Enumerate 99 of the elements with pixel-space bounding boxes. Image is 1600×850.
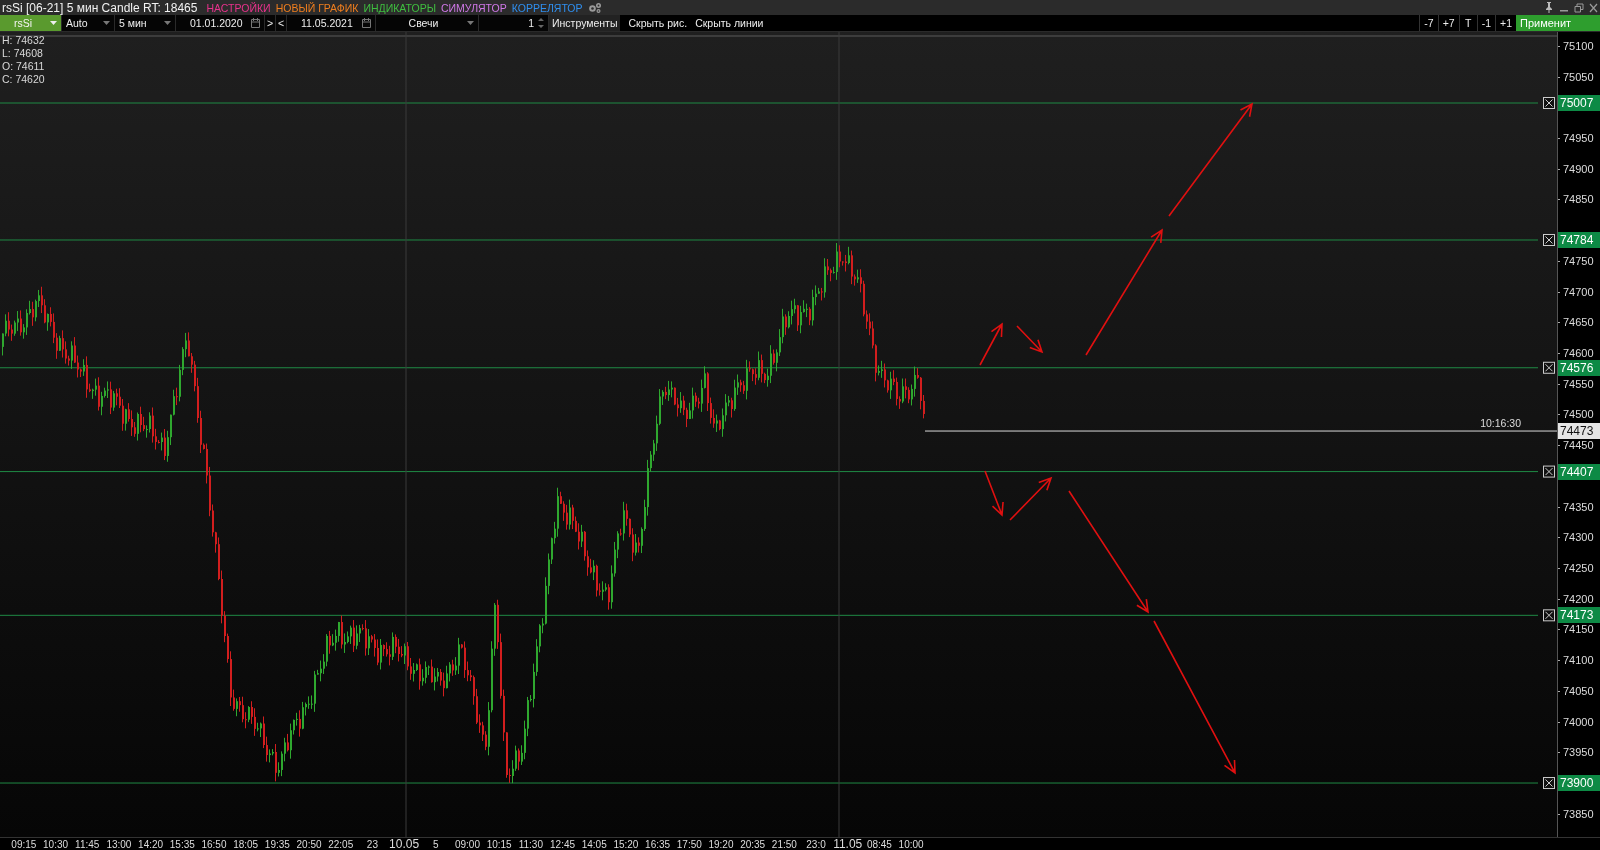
level-price-label: 74407 bbox=[1558, 463, 1600, 480]
price-tick: 74100 bbox=[1558, 653, 1594, 668]
price-tick: 74050 bbox=[1558, 683, 1594, 698]
time-label: 19:35 bbox=[263, 838, 291, 850]
spinner-arrows-icon[interactable] bbox=[538, 17, 544, 29]
price-tick: 74350 bbox=[1558, 499, 1594, 514]
remove-level-icon[interactable] bbox=[1543, 361, 1555, 374]
price-tick: 75100 bbox=[1558, 38, 1594, 53]
level-price-label: 75007 bbox=[1558, 95, 1600, 111]
price-tick: 74200 bbox=[1558, 591, 1594, 606]
trend-arrow bbox=[1009, 476, 1053, 521]
time-label: 14:05 bbox=[580, 838, 608, 850]
chart-type-dropdown[interactable]: Свечи bbox=[376, 15, 479, 31]
caret-icon bbox=[467, 21, 474, 25]
time-label: 14:20 bbox=[137, 838, 165, 850]
remove-level-icon[interactable] bbox=[1543, 609, 1555, 622]
time-label: 09:00 bbox=[453, 838, 481, 850]
time-label: 16:35 bbox=[644, 838, 672, 850]
time-label: 12:45 bbox=[549, 838, 577, 850]
ohlc-value: C: 74620 bbox=[2, 73, 45, 86]
price-tick: 74900 bbox=[1558, 161, 1594, 176]
time-label: 10.05 bbox=[388, 838, 420, 850]
restore-icon[interactable] bbox=[1574, 2, 1584, 13]
time-label: 20:35 bbox=[739, 838, 767, 850]
price-tick: 74700 bbox=[1558, 284, 1594, 299]
remove-level-icon[interactable] bbox=[1543, 234, 1555, 246]
level-price-label: 74576 bbox=[1558, 359, 1600, 376]
current-price-label: 74473 bbox=[1558, 423, 1600, 440]
time-label: 17:50 bbox=[675, 838, 703, 850]
time-label: 13:00 bbox=[105, 838, 133, 850]
time-label: 23:0 bbox=[805, 838, 827, 850]
menu-item[interactable]: ИНДИКАТОРЫ bbox=[363, 1, 436, 14]
time-label: 19:20 bbox=[707, 838, 735, 850]
time-label: 11:45 bbox=[74, 838, 101, 850]
time-label: 5 bbox=[432, 838, 440, 850]
caret-icon bbox=[103, 21, 110, 25]
ohlc-value: O: 74611 bbox=[2, 60, 45, 73]
caret-icon bbox=[164, 21, 171, 25]
time-label: 21:50 bbox=[770, 838, 798, 850]
price-tick: 74750 bbox=[1558, 253, 1594, 268]
time-label: 15:20 bbox=[612, 838, 640, 850]
count-spinner[interactable]: 1 bbox=[479, 15, 549, 31]
level-price-label: 73900 bbox=[1558, 775, 1600, 791]
price-tick: 74550 bbox=[1558, 376, 1594, 391]
price-tick: 73850 bbox=[1558, 806, 1594, 821]
time-label: 10:15 bbox=[485, 838, 513, 850]
time-label: 22:05 bbox=[327, 838, 355, 850]
gears-icon[interactable] bbox=[587, 1, 602, 14]
time-label: 15:35 bbox=[168, 838, 196, 850]
price-tick: 74850 bbox=[1558, 192, 1594, 207]
trend-arrow bbox=[984, 470, 1004, 517]
toolbar-button[interactable]: Инструменты bbox=[549, 15, 621, 31]
remove-level-icon[interactable] bbox=[1543, 465, 1555, 478]
price-tick: 74000 bbox=[1558, 714, 1594, 729]
time-label: 16:50 bbox=[200, 838, 228, 850]
trend-arrow bbox=[979, 322, 1003, 366]
level-price-label: 74173 bbox=[1558, 607, 1600, 624]
price-tick: 75050 bbox=[1558, 69, 1594, 84]
time-label: 11:30 bbox=[517, 838, 544, 850]
price-tick: 74450 bbox=[1558, 438, 1594, 453]
window-title: rsSi [06-21] 5 мин Candle RT: 18465 bbox=[2, 0, 198, 15]
price-tick: 74150 bbox=[1558, 622, 1594, 637]
ohlc-value: L: 74608 bbox=[2, 47, 44, 60]
price-tick: 74300 bbox=[1558, 530, 1594, 545]
time-label: 10:30 bbox=[42, 838, 70, 850]
menu-item[interactable]: КОРРЕЛЯТОР bbox=[511, 1, 583, 14]
date-field[interactable]: 11.05.2021 bbox=[287, 15, 376, 31]
date-field[interactable]: 01.01.2020 bbox=[176, 15, 265, 31]
calendar-icon[interactable] bbox=[251, 18, 260, 28]
time-label: 20:50 bbox=[295, 838, 323, 850]
pin-icon[interactable] bbox=[1544, 2, 1554, 13]
time-label: 09:15 bbox=[10, 838, 38, 850]
scale-dropdown[interactable]: Auto bbox=[62, 15, 115, 31]
back-button[interactable]: < bbox=[276, 15, 287, 31]
menu-item[interactable]: СИМУЛЯТОР bbox=[440, 1, 507, 14]
remove-level-icon[interactable] bbox=[1543, 777, 1555, 790]
level-price-label: 74784 bbox=[1558, 232, 1600, 248]
time-label: 18:05 bbox=[232, 838, 260, 850]
calendar-icon[interactable] bbox=[362, 18, 371, 28]
price-tick: 74600 bbox=[1558, 346, 1594, 360]
close-icon[interactable] bbox=[1589, 2, 1598, 13]
remove-level-icon[interactable] bbox=[1543, 97, 1555, 109]
ohlc-value: H: 74632 bbox=[2, 34, 45, 47]
price-tick: 74250 bbox=[1558, 561, 1594, 575]
price-tick: 74500 bbox=[1558, 407, 1594, 422]
time-label: 10:00 bbox=[897, 838, 925, 850]
time-label: 11.05 bbox=[832, 838, 864, 850]
time-label: 23 bbox=[365, 838, 379, 850]
price-tick: 74650 bbox=[1558, 315, 1594, 330]
menu-item[interactable]: НОВЫЙ ГРАФИК bbox=[275, 1, 359, 14]
forward-button[interactable]: > bbox=[265, 15, 276, 31]
menu-item[interactable]: НАСТРОЙКИ bbox=[206, 1, 271, 14]
current-time-label: 10:16:30 bbox=[1480, 417, 1521, 430]
timeframe-dropdown[interactable]: 5 мин bbox=[115, 15, 176, 31]
price-tick: 73950 bbox=[1558, 745, 1594, 760]
time-label: 08:45 bbox=[865, 838, 893, 850]
caret-icon bbox=[50, 21, 57, 25]
trend-arrow bbox=[1016, 325, 1044, 354]
price-tick: 74950 bbox=[1558, 131, 1594, 145]
